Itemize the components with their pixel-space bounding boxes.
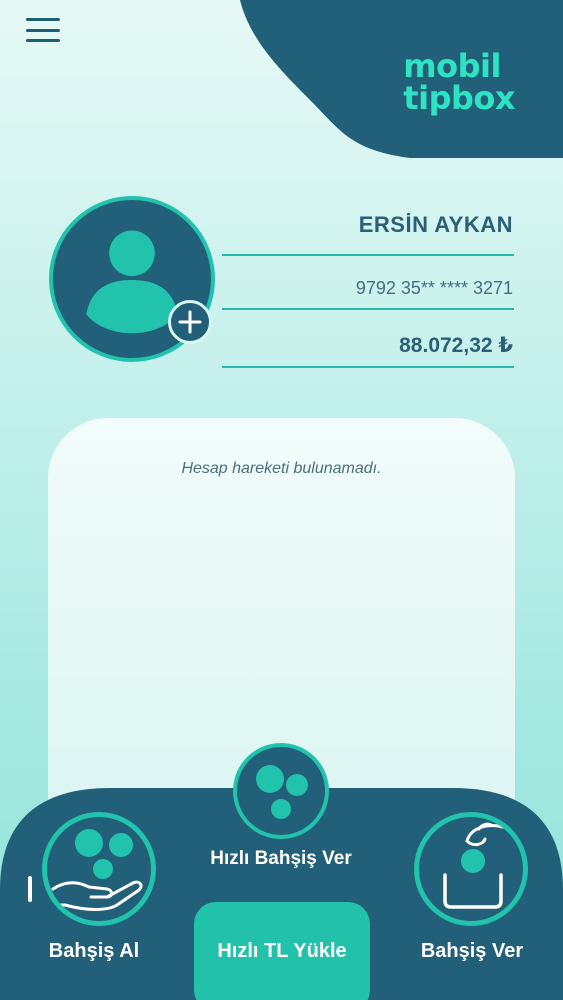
receive-tip-button[interactable]	[42, 812, 156, 926]
hand-edge-mark	[28, 876, 32, 902]
empty-transactions-message: Hesap hareketi bulunamadı.	[181, 460, 382, 477]
add-photo-button[interactable]	[168, 300, 212, 344]
quick-load-label: Hızlı TL Yükle	[217, 940, 347, 962]
user-name: ERSİN AYKAN	[358, 212, 513, 237]
quick-tip-button[interactable]	[233, 743, 329, 839]
hand-coins-icon	[51, 829, 143, 911]
plus-icon	[178, 310, 202, 334]
give-tip-button[interactable]	[414, 812, 528, 926]
divider	[222, 366, 514, 368]
hand-drop-coin-icon	[443, 822, 521, 909]
card-number: 9792 35** **** 3271	[355, 278, 513, 298]
quick-load-button[interactable]: Hızlı TL Yükle	[194, 902, 370, 1000]
give-tip-label[interactable]: Bahşiş Ver	[392, 940, 552, 963]
divider	[222, 254, 514, 256]
divider	[222, 308, 514, 310]
quick-tip-label[interactable]: Hızlı Bahşiş Ver	[190, 848, 372, 870]
logo-line2: tipbox	[403, 79, 515, 117]
app-logo: mobil tipbox	[403, 50, 515, 114]
coins-icon	[256, 765, 308, 819]
receive-tip-label[interactable]: Bahşiş Al	[14, 940, 174, 963]
balance-amount: 88.072,32 ₺	[399, 334, 513, 357]
menu-hamburger-icon[interactable]	[26, 18, 60, 42]
